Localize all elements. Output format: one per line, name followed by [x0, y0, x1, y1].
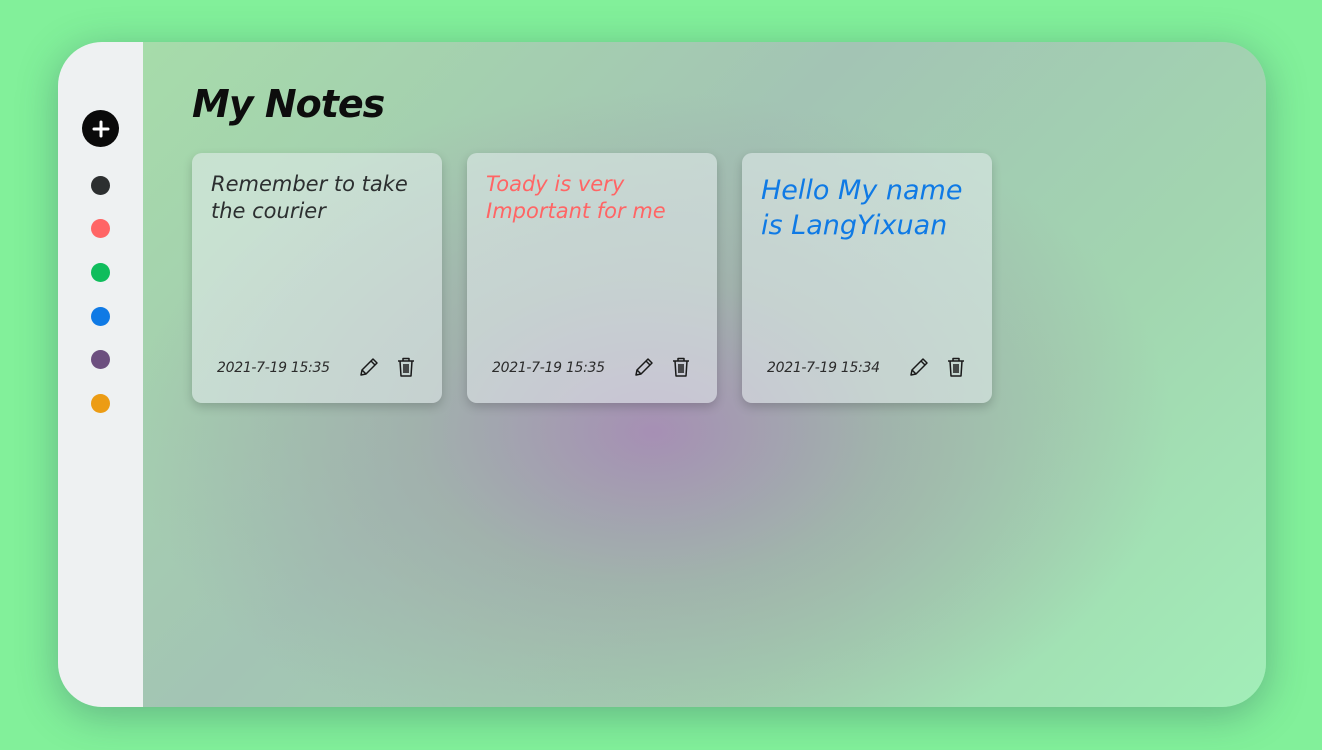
delete-note-button[interactable]: [394, 355, 418, 379]
color-dot-red[interactable]: [91, 219, 110, 238]
note-card[interactable]: Toady is very Important for me 2021-7-19…: [467, 153, 717, 403]
trash-icon: [673, 357, 689, 377]
trash-icon: [948, 357, 964, 377]
page-title: My Notes: [192, 82, 385, 126]
color-dot-dark[interactable]: [91, 176, 110, 195]
add-note-button[interactable]: [82, 110, 119, 147]
color-dot-blue[interactable]: [91, 307, 110, 326]
note-text: Remember to take the courier: [211, 172, 408, 224]
sidebar: [58, 42, 143, 707]
note-text: Hello My name is LangYixuan: [761, 175, 963, 242]
edit-note-button[interactable]: [357, 355, 381, 379]
delete-note-button[interactable]: [669, 355, 693, 379]
edit-note-button[interactable]: [632, 355, 656, 379]
pencil-icon: [360, 358, 378, 376]
color-dot-green[interactable]: [91, 263, 110, 282]
delete-note-button[interactable]: [944, 355, 968, 379]
color-dot-orange[interactable]: [91, 394, 110, 413]
note-date: 2021-7-19 15:34: [767, 360, 880, 376]
pencil-icon: [635, 358, 653, 376]
note-date: 2021-7-19 15:35: [217, 360, 330, 376]
edit-note-button[interactable]: [907, 355, 931, 379]
notes-main-area: My Notes Remember to take the courier 20…: [143, 42, 1266, 707]
plus-icon: [92, 120, 109, 137]
note-card[interactable]: Hello My name is LangYixuan 2021-7-19 15…: [742, 153, 992, 403]
note-text: Toady is very Important for me: [486, 172, 666, 224]
note-date: 2021-7-19 15:35: [492, 360, 605, 376]
note-card[interactable]: Remember to take the courier 2021-7-19 1…: [192, 153, 442, 403]
notes-app-window: My Notes Remember to take the courier 20…: [58, 42, 1266, 707]
pencil-icon: [910, 358, 928, 376]
trash-icon: [398, 357, 414, 377]
color-dot-purple[interactable]: [91, 350, 110, 369]
